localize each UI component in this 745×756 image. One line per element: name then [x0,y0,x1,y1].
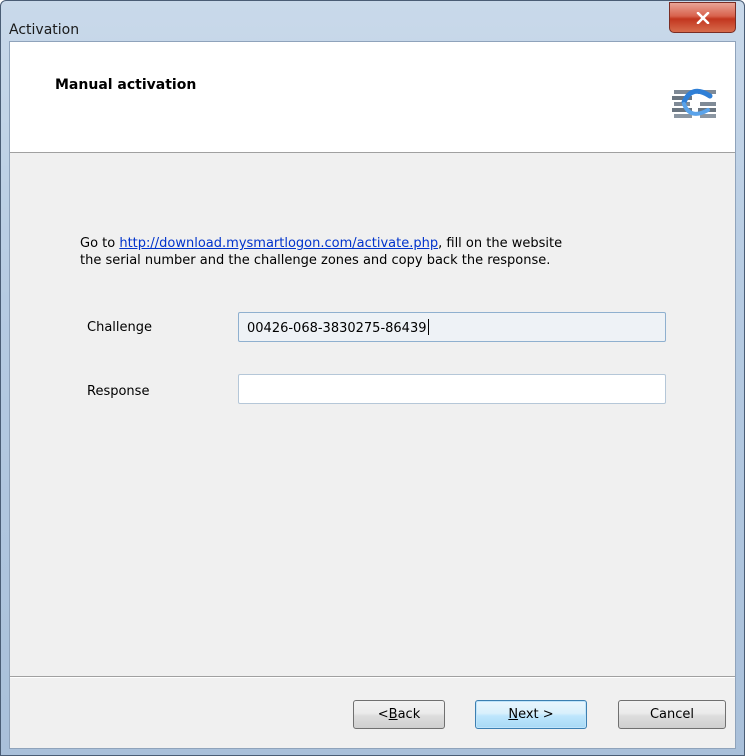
instructions-line2: the serial number and the challenge zone… [80,253,551,268]
challenge-field[interactable]: 00426-068-3830275-86439 [238,312,666,342]
instructions-line1-rest: , fill on the website [438,236,563,251]
challenge-value: 00426-068-3830275-86439 [247,321,427,336]
wizard-header: Manual activation [10,42,735,153]
activation-link[interactable]: http://download.mysmartlogon.com/activat… [119,236,438,251]
instructions-text: Go to http://download.mysmartlogon.com/a… [80,235,700,269]
close-icon [696,11,709,24]
cancel-button[interactable]: Cancel [618,700,726,729]
back-button-prefix: < [377,707,389,722]
back-button-rest: ack [397,707,421,722]
close-button[interactable] [669,2,736,33]
footer-divider [10,676,735,678]
page-title: Manual activation [55,77,197,93]
dialog-client-area: Manual activation Go to http://download.… [9,41,736,749]
challenge-label: Challenge [87,320,152,335]
text-caret [427,319,429,335]
response-field[interactable] [238,374,666,404]
back-button-accel: B [388,707,398,722]
title-bar[interactable]: Activation [1,1,744,41]
product-logo-icon [672,88,716,118]
next-button-rest: ext > [518,707,554,722]
window-title: Activation [9,22,80,38]
next-button-accel: N [508,707,519,722]
activation-window: Activation Manual activation Go to http:… [0,0,745,756]
next-button[interactable]: Next > [475,700,587,729]
instructions-prefix: Go to [80,236,120,251]
back-button[interactable]: < Back [353,700,445,729]
cancel-button-label: Cancel [649,707,695,722]
response-label: Response [87,384,150,399]
